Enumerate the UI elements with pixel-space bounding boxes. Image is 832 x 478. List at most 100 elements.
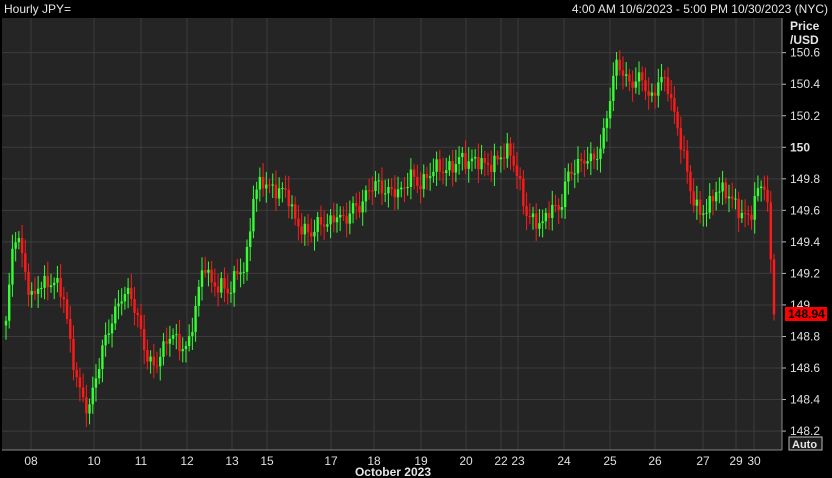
candle-body (355, 203, 358, 206)
candle-body (380, 180, 384, 194)
candle-body (531, 213, 535, 218)
candle-body (139, 315, 143, 329)
candle-body (245, 246, 249, 272)
candle-body (586, 161, 589, 164)
candle-body (708, 196, 711, 213)
candle-body (229, 292, 233, 294)
candle-body (114, 306, 117, 324)
candle-body (126, 287, 130, 295)
candle-body (300, 226, 303, 235)
candle-body (274, 184, 278, 199)
candle-body (53, 282, 56, 286)
candle-body (322, 224, 326, 227)
candle-body (592, 153, 596, 160)
candle-body (506, 143, 509, 159)
x-tick-label: 20 (459, 454, 473, 468)
candle-body (197, 286, 201, 306)
last-price-label: 148.94 (788, 307, 825, 321)
candle-body (631, 81, 634, 88)
candle-body (104, 334, 107, 346)
candle-body (599, 148, 602, 159)
candle-body (85, 397, 88, 414)
candle-body (187, 336, 191, 346)
x-tick-label: 30 (747, 454, 761, 468)
candle-body (544, 212, 548, 222)
x-tick-label: 27 (696, 454, 710, 468)
candle-body (464, 152, 467, 169)
x-tick-label: 26 (648, 454, 662, 468)
candle-body (686, 150, 689, 172)
candle-body (412, 169, 416, 177)
candle-body (692, 191, 695, 206)
candle-body (734, 198, 737, 200)
candle-body (403, 187, 406, 189)
candle-body (88, 404, 91, 414)
candle-body (705, 212, 708, 214)
candle-body (551, 204, 554, 218)
candle-body (653, 92, 657, 96)
candle-body (367, 190, 371, 192)
candle-body (120, 301, 123, 304)
candle-body (554, 204, 557, 206)
candle-body (81, 387, 85, 398)
candle-body (698, 199, 702, 215)
candle-body (223, 278, 226, 289)
candle-body (647, 91, 650, 96)
candle-body (579, 158, 583, 161)
candle-body (538, 223, 541, 229)
auto-button-label[interactable]: Auto (792, 439, 817, 451)
candle-body (268, 184, 271, 186)
candle-body (142, 328, 146, 351)
y-tick-label: 148.4 (790, 393, 820, 407)
candle-body (181, 349, 184, 352)
candle-body (17, 237, 21, 243)
candle-body (110, 323, 114, 334)
candle-body (332, 215, 335, 223)
candle-body (319, 217, 323, 225)
candle-body (557, 205, 560, 210)
title-bar: Hourly JPY= 4:00 AM 10/6/2023 - 5:00 PM … (0, 0, 832, 18)
candle-body (750, 214, 753, 220)
candle-body (618, 59, 621, 71)
candle-body (133, 299, 136, 313)
y-axis-label-price: Price (790, 19, 820, 33)
x-tick-label: 08 (24, 454, 38, 468)
candle-body (615, 59, 618, 76)
candle-body (377, 180, 380, 182)
candle-body (338, 214, 342, 218)
candle-body (766, 189, 769, 203)
candle-body (438, 159, 442, 172)
candle-body (406, 186, 409, 189)
candle-body (310, 232, 313, 237)
chart-title: Hourly JPY= (4, 2, 72, 16)
candle-body (40, 288, 43, 290)
candle-body (660, 77, 663, 83)
candle-body (20, 237, 24, 254)
candle-body (769, 202, 772, 260)
candle-body (351, 203, 355, 214)
candle-body (200, 270, 204, 287)
candle-body (123, 294, 127, 302)
candle-body (313, 231, 316, 237)
candle-body (409, 169, 413, 187)
candle-body (220, 278, 223, 293)
candle-body (361, 201, 364, 213)
candle-body (107, 333, 111, 335)
candle-body (258, 176, 262, 190)
candle-body (175, 334, 178, 336)
x-tick-label: 12 (180, 454, 194, 468)
candle-body (265, 184, 268, 189)
candle-body (184, 345, 188, 350)
candle-body (162, 341, 165, 357)
candle-body (36, 288, 40, 294)
candle-body (191, 331, 194, 337)
candle-body (27, 271, 30, 295)
candle-body (159, 356, 162, 367)
x-tick-label: 17 (324, 454, 338, 468)
candle-body (576, 158, 580, 174)
y-tick-label: 150.6 (790, 46, 820, 60)
candle-body (528, 216, 531, 218)
candle-body (416, 176, 419, 186)
candle-body (518, 175, 522, 179)
candle-body (718, 191, 721, 193)
